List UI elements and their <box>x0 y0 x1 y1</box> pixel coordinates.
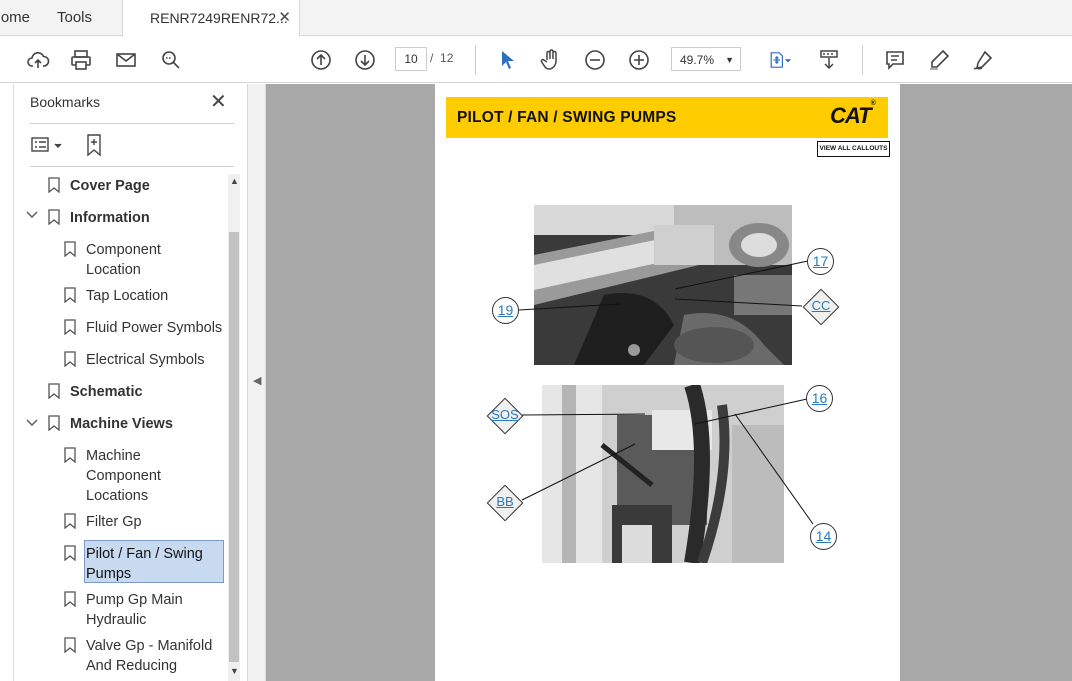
zoom-level-value: 49.7% <box>680 53 715 67</box>
toolbar: 10 / 12 49.7% ▼ <box>0 37 1072 83</box>
toolbar-divider <box>862 45 863 75</box>
callout-leader-lines <box>518 260 814 525</box>
callout-19[interactable]: 19 <box>492 297 519 324</box>
tab-home[interactable]: Home <box>0 0 38 36</box>
bookmark-icon <box>48 383 60 400</box>
bookmarks-scrollbar[interactable]: ▲ ▼ <box>228 174 240 681</box>
callout-sos-label: SOS <box>491 407 519 422</box>
bookmark-valve-gp-manifold-and-reducing[interactable]: Valve Gp - Manifold And Reducing <box>86 636 226 676</box>
bookmark-information[interactable]: Information <box>70 208 150 228</box>
tab-tools[interactable]: Tools <box>57 0 92 36</box>
highlight-pen-icon[interactable] <box>925 46 953 74</box>
next-page-icon[interactable] <box>351 46 379 74</box>
bookmark-icon <box>64 545 76 562</box>
bookmark-icon <box>48 177 60 194</box>
bookmark-schematic[interactable]: Schematic <box>70 382 143 402</box>
view-all-callouts-button[interactable]: VIEW ALL CALLOUTS <box>817 141 890 157</box>
print-icon[interactable] <box>67 46 95 74</box>
toolbar-divider <box>475 45 476 75</box>
select-cursor-icon[interactable] <box>493 46 521 74</box>
total-pages: 12 <box>440 51 454 65</box>
bookmark-icon <box>64 513 76 530</box>
machine-photo-bottom <box>542 385 784 563</box>
hand-tool-icon[interactable] <box>537 46 565 74</box>
scroll-down-icon[interactable]: ▼ <box>230 666 239 676</box>
callout-bb[interactable]: BB <box>486 484 524 522</box>
bookmark-electrical-symbols[interactable]: Electrical Symbols <box>86 350 204 370</box>
bookmark-pilot-fan-swing-pumps[interactable]: Pilot / Fan / Swing Pumps <box>86 544 214 584</box>
bookmark-filter-gp[interactable]: Filter Gp <box>86 512 142 532</box>
callout-16[interactable]: 16 <box>806 385 833 412</box>
navigation-strip <box>0 84 14 681</box>
callout-sos[interactable]: SOS <box>486 397 524 435</box>
bookmark-machine-views[interactable]: Machine Views <box>70 414 173 434</box>
page-title: PILOT / FAN / SWING PUMPS <box>457 109 677 126</box>
bookmark-icon <box>64 447 76 464</box>
chevron-down-icon[interactable] <box>25 209 39 223</box>
logo-text: CAT <box>830 103 872 128</box>
registered-mark: ® <box>870 99 876 107</box>
chevron-down-icon[interactable] <box>25 417 39 431</box>
bookmarks-panel: Bookmarks ✕ Cover Page Information Compo… <box>14 84 248 681</box>
previous-page-icon[interactable] <box>307 46 335 74</box>
sign-pen-icon[interactable] <box>969 46 997 74</box>
upload-cloud-icon[interactable] <box>24 46 52 74</box>
tab-bar: Home Tools RENR7249RENR72... ✕ <box>0 0 1072 37</box>
document-viewport[interactable]: PILOT / FAN / SWING PUMPS CAT® VIEW ALL … <box>266 84 1072 681</box>
bookmark-icon <box>64 241 76 258</box>
comment-icon[interactable] <box>881 46 909 74</box>
bookmark-cover-page[interactable]: Cover Page <box>70 176 150 196</box>
zoom-in-icon[interactable] <box>625 46 653 74</box>
bookmark-pump-gp-main-hydraulic[interactable]: Pump Gp Main Hydraulic <box>86 590 206 630</box>
cat-logo: CAT® <box>830 99 876 129</box>
bookmark-tap-location[interactable]: Tap Location <box>86 286 168 306</box>
panel-collapse-handle[interactable]: ◀ <box>248 84 266 681</box>
tab-document[interactable]: RENR7249RENR72... ✕ <box>122 0 300 37</box>
pdf-page: PILOT / FAN / SWING PUMPS CAT® VIEW ALL … <box>435 84 900 681</box>
page-number-input[interactable]: 10 <box>395 47 427 71</box>
bookmark-component-location[interactable]: Component Location <box>86 240 206 280</box>
zoom-out-icon[interactable] <box>581 46 609 74</box>
close-tab-icon[interactable]: ✕ <box>278 0 291 36</box>
page-separator: / <box>430 51 434 65</box>
page-count: / 12 <box>430 51 453 65</box>
collapse-left-icon: ◀ <box>253 375 262 387</box>
email-icon[interactable] <box>112 46 140 74</box>
callout-cc-label: CC <box>811 298 831 313</box>
scrollbar-thumb[interactable] <box>229 232 239 662</box>
tab-document-label: RENR7249RENR72... <box>150 10 288 26</box>
callout-17[interactable]: 17 <box>807 248 834 275</box>
bookmark-icon <box>64 287 76 304</box>
machine-photo-top <box>534 205 792 365</box>
zoom-level-select[interactable]: 49.7% ▼ <box>671 47 741 71</box>
search-zoom-icon[interactable] <box>157 46 185 74</box>
callout-cc[interactable]: CC <box>802 288 840 326</box>
bookmark-icon <box>64 637 76 654</box>
bookmark-list: Cover Page Information Component Locatio… <box>14 84 240 681</box>
scroll-up-icon[interactable]: ▲ <box>230 176 239 186</box>
chevron-down-icon: ▼ <box>725 55 734 65</box>
scroll-mode-icon[interactable] <box>815 46 843 74</box>
bookmark-icon <box>64 351 76 368</box>
callout-bb-label: BB <box>496 494 514 509</box>
bookmark-icon <box>64 319 76 336</box>
callout-14[interactable]: 14 <box>810 523 837 550</box>
bookmark-fluid-power-symbols[interactable]: Fluid Power Symbols <box>86 318 222 338</box>
page-banner: PILOT / FAN / SWING PUMPS CAT® <box>446 97 888 138</box>
bookmark-icon <box>48 415 60 432</box>
bookmark-machine-component-locations[interactable]: Machine Component Locations <box>86 446 196 506</box>
bookmark-icon <box>64 591 76 608</box>
page-fit-icon[interactable] <box>762 46 798 74</box>
bookmark-icon <box>48 209 60 226</box>
